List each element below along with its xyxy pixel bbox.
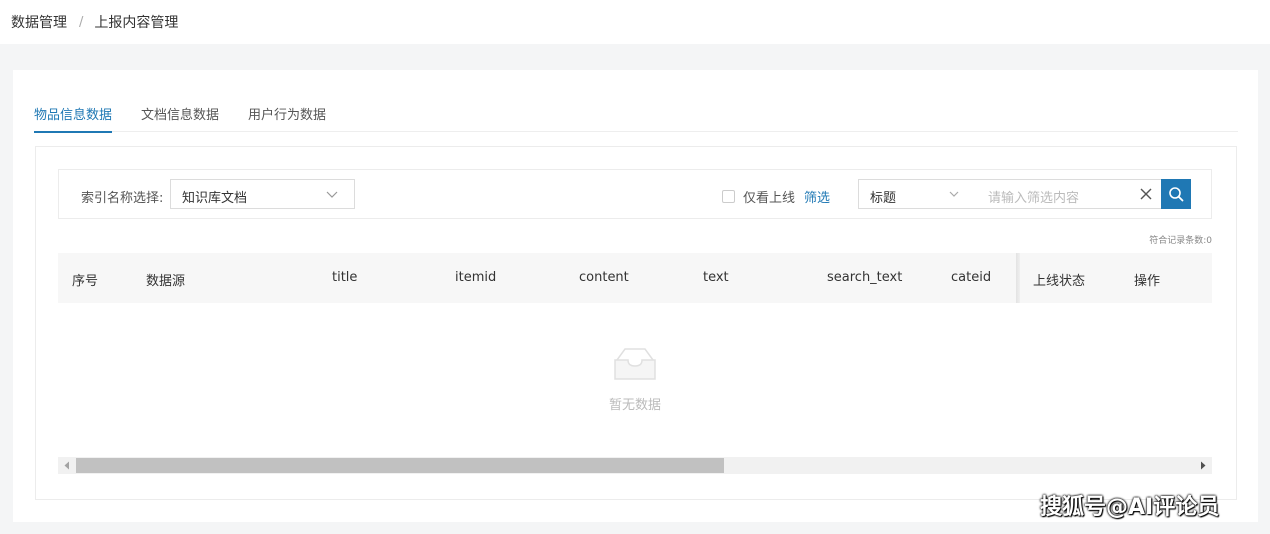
breadcrumb-root[interactable]: 数据管理 [11, 12, 67, 32]
column-header-text: text [703, 270, 729, 285]
column-header-search-text: search_text [827, 270, 903, 285]
data-panel: 索引名称选择: 知识库文档 仅看上线 筛选 标题 请输入筛选内容 符合记录条数:… [35, 146, 1237, 500]
empty-state-text: 暂无数据 [608, 398, 661, 413]
column-header-itemid: itemid [455, 270, 497, 285]
fixed-column-divider [1016, 253, 1020, 303]
index-select-value: 知识库文档 [182, 191, 248, 206]
empty-inbox-icon [614, 348, 656, 380]
filter-bar: 索引名称选择: 知识库文档 仅看上线 筛选 标题 请输入筛选内容 [58, 169, 1212, 219]
column-header-index: 序号 [72, 274, 99, 289]
breadcrumb-separator: / [79, 14, 84, 30]
chevron-down-icon [949, 191, 959, 197]
top-bar: 数据管理 / 上报内容管理 [0, 0, 1270, 44]
index-select[interactable]: 知识库文档 [170, 179, 355, 209]
horizontal-scrollbar[interactable] [58, 457, 1212, 474]
column-header-online-status: 上线状态 [1033, 274, 1086, 289]
column-header-title: title [332, 270, 358, 285]
column-header-source: 数据源 [146, 274, 186, 289]
tab-user-behavior[interactable]: 用户行为数据 [248, 104, 326, 132]
table-header: 序号 数据源 title itemid content text search_… [58, 253, 1212, 303]
scrollbar-thumb[interactable] [76, 458, 724, 473]
field-select-value: 标题 [870, 191, 897, 206]
scroll-left-icon[interactable] [63, 461, 71, 470]
search-icon [1169, 187, 1184, 202]
search-button[interactable] [1161, 179, 1191, 209]
content-card: 物品信息数据 文档信息数据 用户行为数据 索引名称选择: 知识库文档 仅看上线 … [13, 70, 1258, 522]
checkbox-box[interactable] [722, 190, 735, 203]
breadcrumb: 数据管理 / 上报内容管理 [11, 12, 178, 32]
tab-document-info[interactable]: 文档信息数据 [141, 104, 219, 132]
watermark: 搜狐号@AI评论员 [1040, 495, 1220, 520]
search-input[interactable]: 请输入筛选内容 [978, 179, 1163, 209]
filter-link[interactable]: 筛选 [804, 187, 830, 206]
breadcrumb-current: 上报内容管理 [94, 15, 179, 31]
chevron-down-icon [326, 191, 338, 198]
scroll-right-icon[interactable] [1199, 461, 1207, 470]
result-count: 符合记录条数:0 [1149, 236, 1212, 246]
column-header-cateid: cateid [951, 270, 992, 285]
column-header-content: content [579, 270, 629, 285]
search-placeholder: 请输入筛选内容 [988, 191, 1080, 206]
field-select[interactable]: 标题 [858, 179, 979, 209]
close-icon[interactable] [1139, 187, 1153, 201]
online-only-label: 仅看上线 [743, 191, 796, 206]
tab-item-info[interactable]: 物品信息数据 [34, 104, 113, 133]
column-header-actions: 操作 [1134, 274, 1161, 289]
online-only-checkbox[interactable]: 仅看上线 [722, 187, 795, 206]
index-select-label: 索引名称选择: [81, 191, 164, 206]
tab-bar: 物品信息数据 文档信息数据 用户行为数据 [34, 104, 1238, 133]
